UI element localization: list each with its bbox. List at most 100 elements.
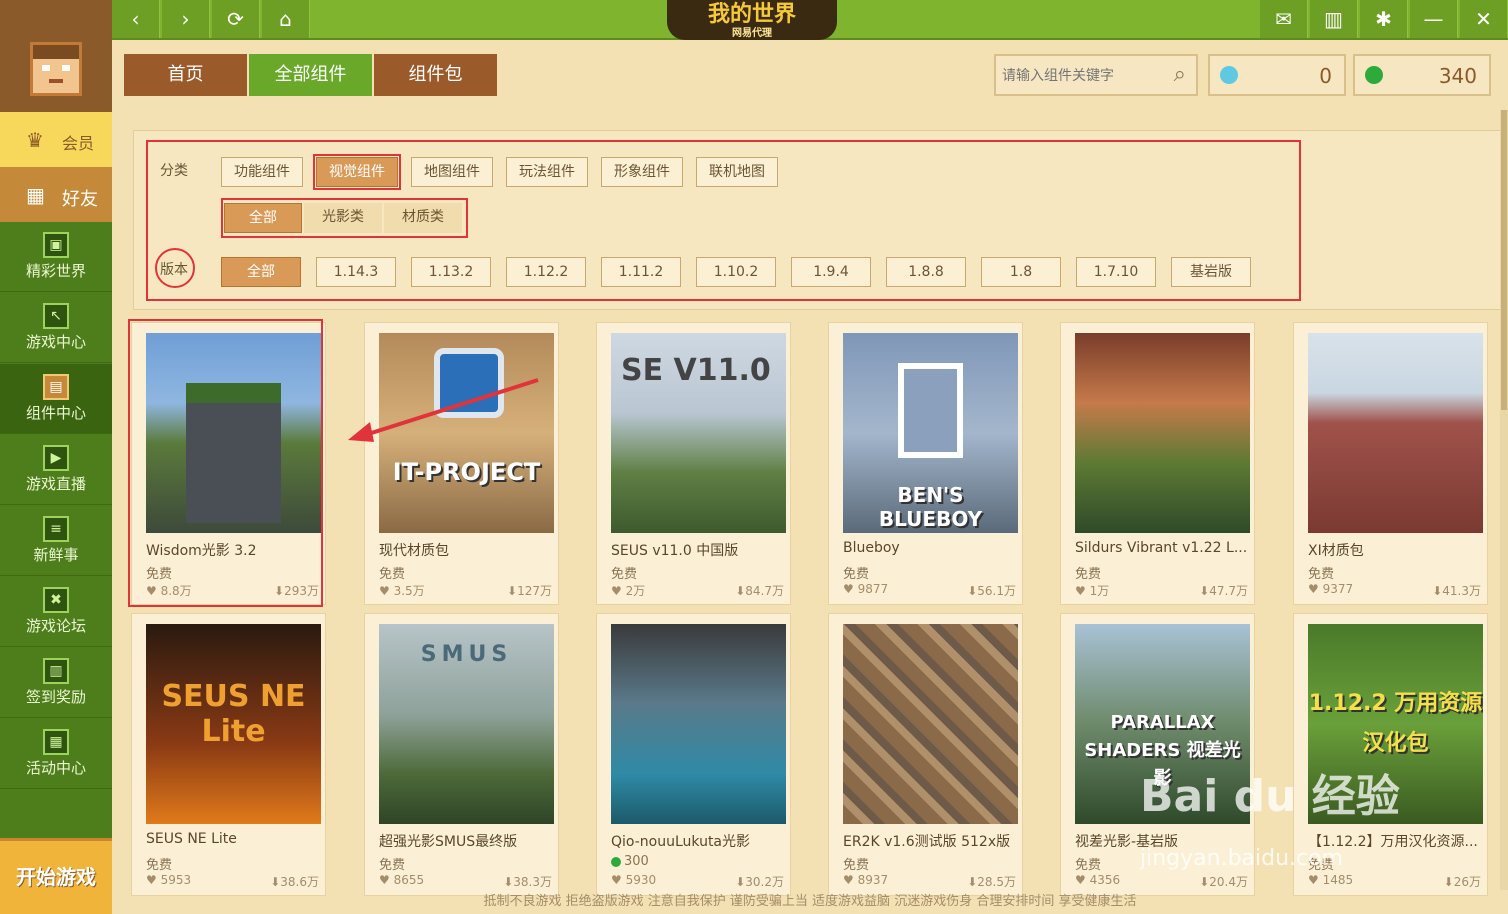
logo-title: 我的世界 bbox=[707, 2, 796, 27]
avatar-area[interactable] bbox=[0, 0, 112, 112]
card-price: 免费 bbox=[611, 567, 638, 582]
download-icon: ⬇ bbox=[1199, 875, 1210, 889]
likes-count: 1万 bbox=[1089, 584, 1110, 598]
chest-icon: ▤ bbox=[43, 374, 69, 400]
likes-count: 3.5万 bbox=[393, 584, 425, 598]
card-downloads: ⬇26万 bbox=[1444, 873, 1481, 890]
start-game-button[interactable]: 开始游戏 bbox=[0, 838, 112, 914]
subcategory-chip[interactable]: 材质类 bbox=[384, 203, 462, 233]
card-name: XI材质包 bbox=[1308, 543, 1364, 559]
sidebar-item-news[interactable]: ≡ 新鲜事 bbox=[0, 506, 112, 576]
category-chip[interactable]: 功能组件 bbox=[221, 157, 303, 187]
version-chip[interactable]: 1.10.2 bbox=[696, 257, 776, 287]
component-card[interactable]: IT-PROJECT 现代材质包 免费 ♥ 3.5万 ⬇127万 bbox=[364, 322, 559, 605]
component-card[interactable]: XI材质包 免费 ♥ 9377 ⬇41.3万 bbox=[1293, 322, 1488, 605]
mail-icon[interactable]: ✉ bbox=[1260, 0, 1308, 38]
gift-icon: ▦ bbox=[43, 729, 69, 755]
refresh-icon[interactable]: ⟳ bbox=[212, 0, 260, 38]
diamond-icon bbox=[1220, 66, 1238, 84]
card-name: SEUS NE Lite bbox=[146, 831, 237, 847]
version-chip[interactable]: 1.7.10 bbox=[1076, 257, 1156, 287]
heart-icon: ♥ bbox=[146, 873, 157, 887]
category-chip[interactable]: 地图组件 bbox=[411, 157, 493, 187]
subcategory-chip-selected[interactable]: 全部 bbox=[224, 203, 302, 233]
sidebar-item-label: 游戏直播 bbox=[25, 475, 86, 493]
category-chip[interactable]: 联机地图 bbox=[696, 157, 778, 187]
component-card[interactable]: Sildurs Vibrant v1.22 L... 免费 ♥ 1万 ⬇47.7… bbox=[1060, 322, 1255, 605]
likes-count: 2万 bbox=[625, 584, 646, 598]
gear-icon[interactable]: ✱ bbox=[1360, 0, 1408, 38]
sidebar-item-world[interactable]: ▣ 精彩世界 bbox=[0, 222, 112, 292]
download-icon: ⬇ bbox=[735, 584, 746, 598]
scrollbar[interactable] bbox=[1500, 110, 1508, 890]
card-likes: ♥ 9377 bbox=[1308, 582, 1353, 596]
emerald-count: 340 bbox=[1438, 64, 1477, 88]
back-icon[interactable]: ‹ bbox=[112, 0, 160, 38]
category-chip[interactable]: 玩法组件 bbox=[506, 157, 588, 187]
minimize-icon[interactable]: — bbox=[1410, 0, 1458, 38]
version-chip[interactable]: 1.12.2 bbox=[506, 257, 586, 287]
component-card[interactable]: ER2K v1.6测试版 512x版 免费 ♥ 8937 ⬇28.5万 bbox=[828, 613, 1023, 896]
heart-icon: ♥ bbox=[379, 584, 390, 598]
tab-home[interactable]: 首页 bbox=[124, 54, 247, 96]
component-card[interactable]: SEUS NE Lite SEUS NE Lite 免费 ♥ 5953 ⬇38.… bbox=[131, 613, 326, 896]
shirt-icon[interactable]: ▥ bbox=[1310, 0, 1358, 38]
component-card[interactable]: BEN'S BLUEBOY Blueboy 免费 ♥ 9877 ⬇56.1万 bbox=[828, 322, 1023, 605]
heart-icon: ♥ bbox=[379, 873, 390, 887]
downloads-count: 38.3万 bbox=[513, 875, 552, 889]
close-icon[interactable]: ✕ bbox=[1460, 0, 1508, 38]
version-chip[interactable]: 1.8 bbox=[981, 257, 1061, 287]
card-likes: ♥ 2万 bbox=[611, 582, 645, 599]
sidebar-item-vip[interactable]: ♛ 会员 bbox=[0, 112, 112, 167]
scrollbar-thumb[interactable] bbox=[1501, 110, 1507, 410]
sidebar-item-live[interactable]: ▶ 游戏直播 bbox=[0, 435, 112, 505]
component-card[interactable]: Qio-nouuLukuta光影 300 ♥ 5930 ⬇30.2万 bbox=[596, 613, 791, 896]
category-chip[interactable]: 形象组件 bbox=[601, 157, 683, 187]
card-price: 免费 bbox=[1075, 567, 1102, 582]
version-chip[interactable]: 1.13.2 bbox=[411, 257, 491, 287]
diamond-balance: 0 bbox=[1208, 54, 1346, 96]
card-name: 超强光影SMUS最终版 bbox=[379, 834, 518, 850]
version-chip[interactable]: 基岩版 bbox=[1171, 257, 1251, 287]
download-icon: ⬇ bbox=[1443, 875, 1454, 889]
subcategory-chip[interactable]: 光影类 bbox=[304, 203, 382, 233]
card-price: 300 bbox=[611, 854, 649, 869]
forward-icon[interactable]: › bbox=[162, 0, 210, 38]
sidebar-friends-label: 好友 bbox=[62, 189, 98, 210]
sidebar-item-component-center[interactable]: ▤ 组件中心 bbox=[0, 364, 112, 434]
sidebar-item-label: 活动中心 bbox=[25, 759, 86, 777]
version-chip[interactable]: 1.9.4 bbox=[791, 257, 871, 287]
version-chip[interactable]: 1.14.3 bbox=[316, 257, 396, 287]
sidebar-item-events[interactable]: ▦ 活动中心 bbox=[0, 719, 112, 789]
card-price: 免费 bbox=[843, 567, 870, 582]
watermark-brand: Bai du 经验 bbox=[1140, 771, 1400, 822]
card-downloads: ⬇30.2万 bbox=[735, 873, 784, 890]
card-likes: ♥ 4356 bbox=[1075, 873, 1120, 887]
card-thumbnail: SE V11.0 bbox=[611, 333, 786, 533]
sidebar-item-friends[interactable]: ▦ 好友 bbox=[0, 167, 112, 222]
component-card[interactable]: SMUS 超强光影SMUS最终版 免费 ♥ 8655 ⬇38.3万 bbox=[364, 613, 559, 896]
heart-icon: ♥ bbox=[1308, 582, 1319, 596]
card-thumbnail: SMUS bbox=[379, 624, 554, 824]
sidebar-item-checkin[interactable]: ▥ 签到奖励 bbox=[0, 648, 112, 718]
home-icon[interactable]: ⌂ bbox=[262, 0, 310, 38]
version-chip[interactable]: 1.8.8 bbox=[886, 257, 966, 287]
sidebar-item-game-center[interactable]: ↖ 游戏中心 bbox=[0, 293, 112, 363]
sidebar-item-forum[interactable]: ✖ 游戏论坛 bbox=[0, 577, 112, 647]
search-icon[interactable]: ⌕ bbox=[1174, 62, 1186, 87]
card-name: SEUS v11.0 中国版 bbox=[611, 543, 739, 559]
avatar[interactable] bbox=[30, 42, 82, 96]
downloads-count: 41.3万 bbox=[1442, 584, 1481, 598]
card-price: 免费 bbox=[379, 567, 406, 582]
annotation-arrow bbox=[348, 378, 539, 442]
download-icon: ⬇ bbox=[270, 875, 281, 889]
download-icon: ⬇ bbox=[735, 875, 746, 889]
tab-all-components[interactable]: 全部组件 bbox=[249, 54, 372, 96]
version-chip-selected[interactable]: 全部 bbox=[221, 257, 301, 287]
sidebar: ♛ 会员 ▦ 好友 ▣ 精彩世界 ↖ 游戏中心 ▤ 组件中心 ▶ 游戏直播 ≡ 新鲜事 ✖… bbox=[0, 0, 112, 914]
version-chip[interactable]: 1.11.2 bbox=[601, 257, 681, 287]
component-card[interactable]: SE V11.0 SEUS v11.0 中国版 免费 ♥ 2万 ⬇84.7万 bbox=[596, 322, 791, 605]
sidebar-item-label: 签到奖励 bbox=[25, 688, 86, 706]
tab-component-packs[interactable]: 组件包 bbox=[374, 54, 497, 96]
search-input[interactable] bbox=[1002, 64, 1152, 88]
